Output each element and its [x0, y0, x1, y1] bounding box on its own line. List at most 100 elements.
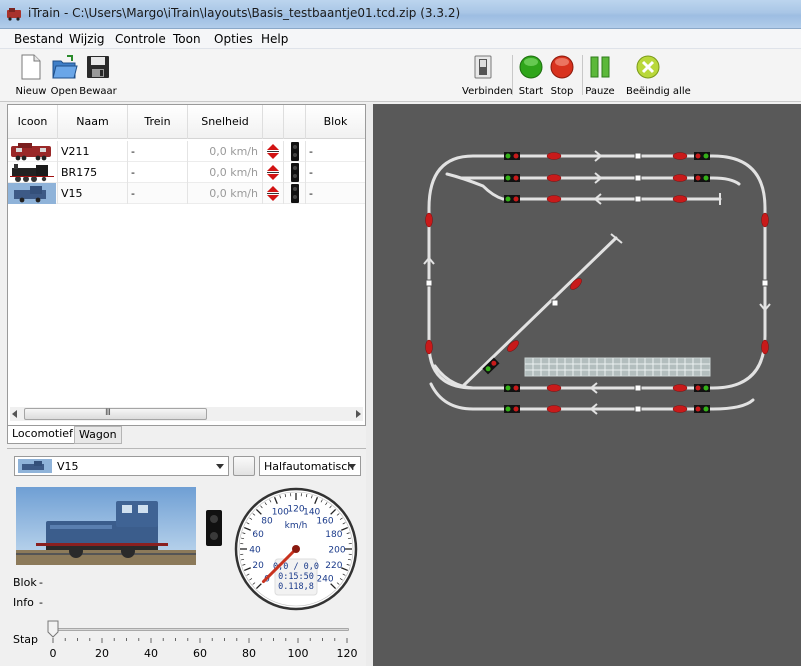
save-button[interactable]: Bewaar: [79, 54, 117, 97]
block-marker: [570, 278, 582, 290]
direction-toggle[interactable]: [263, 183, 284, 204]
signal-cell: [284, 183, 306, 204]
speedometer-unit: km/h: [285, 521, 308, 531]
track-sensor: [634, 195, 642, 203]
speedometer-tick-label: 180: [325, 530, 342, 540]
column-header-direction[interactable]: [263, 105, 284, 139]
traffic-signal-icon: [291, 163, 299, 182]
menu-wijzig[interactable]: Wijzig: [69, 32, 105, 46]
block-marker: [546, 405, 562, 413]
tab-wagon[interactable]: Wagon: [74, 426, 122, 444]
slider-tick-label: 60: [193, 647, 207, 660]
stap-label: Stap: [13, 633, 39, 646]
menu-opties[interactable]: Opties: [214, 32, 253, 46]
track-layout-canvas[interactable]: [373, 104, 801, 666]
speedometer-tick-label: 200: [328, 546, 345, 556]
column-header-speed[interactable]: Snelheid: [188, 105, 263, 139]
table-row[interactable]: V15 - 0,0 km/h -: [8, 183, 365, 204]
table-header: Icoon Naam Trein Snelheid Blok: [8, 105, 365, 139]
block-marker: [546, 384, 562, 392]
menu-help[interactable]: Help: [261, 32, 288, 46]
block-marker: [672, 384, 688, 392]
stop-button[interactable]: Stop: [550, 54, 574, 97]
title-bar: iTrain - C:\Users\Margo\iTrain\layouts\B…: [0, 0, 801, 29]
start-button[interactable]: Start: [519, 54, 543, 97]
table-row[interactable]: V211 - 0,0 km/h -: [8, 141, 365, 162]
block-marker: [546, 195, 562, 203]
block-marker: [546, 174, 562, 182]
speedometer-tick-label: 20: [252, 561, 264, 571]
slider-tick-label: 0: [49, 647, 57, 660]
stop-red-circle-icon: [550, 55, 574, 79]
loco-name: V15: [58, 183, 128, 204]
direction-toggle[interactable]: [263, 162, 284, 183]
speed-slider[interactable]: [47, 620, 353, 644]
speedometer-tick-label: 240: [316, 574, 333, 584]
platform: [524, 357, 711, 377]
menu-bestand[interactable]: Bestand: [14, 32, 63, 46]
table-row[interactable]: BR175 - 0,0 km/h -: [8, 162, 365, 183]
column-header-name[interactable]: Naam: [58, 105, 128, 139]
horizontal-scrollbar[interactable]: III: [10, 407, 363, 421]
connect-switch-icon: [474, 55, 492, 79]
mode-select[interactable]: Halfautomatisch: [259, 456, 361, 476]
chevron-down-icon: [348, 464, 356, 469]
scroll-right-arrow-icon[interactable]: [354, 410, 362, 418]
track-signal-icon: [694, 174, 710, 182]
panel-splitter[interactable]: [366, 104, 373, 666]
speedometer: 020406080100120140160180200220240km/h0,0…: [234, 487, 358, 611]
track-signal-icon: [504, 405, 520, 413]
track-signal-icon: [694, 384, 710, 392]
loco-speed: 0,0 km/h: [188, 141, 263, 162]
block-marker: [672, 174, 688, 182]
connect-button[interactable]: Verbinden: [462, 54, 513, 97]
column-header-icon[interactable]: Icoon: [8, 105, 58, 139]
track-sensor: [634, 174, 642, 182]
loco-v15-icon: [8, 183, 56, 204]
loco-v15-icon: [18, 459, 52, 473]
speedometer-tick-label: 160: [316, 517, 333, 527]
track-sensor: [551, 299, 559, 307]
menu-toon[interactable]: Toon: [173, 32, 201, 46]
block-marker: [761, 212, 769, 228]
column-header-train[interactable]: Trein: [128, 105, 188, 139]
traffic-signal-icon: [206, 510, 222, 546]
tab-locomotief[interactable]: Locomotief: [7, 426, 78, 444]
direction-toggle[interactable]: [263, 141, 284, 162]
speedometer-readout-line: 0.118,8: [278, 582, 314, 592]
column-header-signal[interactable]: [284, 105, 306, 139]
open-button[interactable]: Open: [51, 54, 78, 97]
stop-button-label: Stop: [550, 86, 574, 97]
loco-speed: 0,0 km/h: [188, 162, 263, 183]
locomotive-table: Icoon Naam Trein Snelheid Blok V211 - 0,…: [7, 104, 366, 426]
start-green-circle-icon: [519, 55, 543, 79]
menu-controle[interactable]: Controle: [115, 32, 166, 46]
slider-tick-label: 120: [336, 647, 358, 660]
track-sensor: [425, 279, 433, 287]
toolbar: Nieuw Open Bewaar Verbinden Start Stop P…: [0, 49, 801, 102]
mode-value: Halfautomatisch: [264, 460, 355, 473]
scroll-left-arrow-icon[interactable]: [11, 410, 19, 418]
track-signal-icon: [504, 195, 520, 203]
info-value: -: [39, 596, 43, 609]
column-header-block[interactable]: Blok: [306, 105, 365, 139]
loco-train: -: [128, 141, 188, 162]
scrollbar-thumb[interactable]: III: [24, 408, 207, 420]
save-button-label: Bewaar: [79, 86, 117, 97]
loco-name: V211: [58, 141, 128, 162]
loco-icon-cell: [8, 183, 58, 204]
slider-tick-label: 100: [287, 647, 309, 660]
block-marker: [672, 195, 688, 203]
track-signal-icon: [504, 384, 520, 392]
menu-bar: Bestand Wijzig Controle Toon Opties Help: [0, 29, 801, 49]
loco-options-button[interactable]: [233, 456, 255, 476]
track-signal-icon: [504, 152, 520, 160]
loco-select[interactable]: V15: [14, 456, 229, 476]
new-button[interactable]: Nieuw: [16, 54, 46, 97]
speedometer-readout-line: 0:15:50: [278, 572, 314, 582]
locomotive-control-panel: V15 Halfautomatisch 02040608010012014016…: [7, 448, 366, 666]
slider-thumb[interactable]: [47, 620, 59, 638]
pause-button[interactable]: Pauze: [585, 54, 615, 97]
scrollbar-grip: III: [105, 408, 111, 418]
end-all-button[interactable]: Beëindig alle: [626, 54, 691, 97]
